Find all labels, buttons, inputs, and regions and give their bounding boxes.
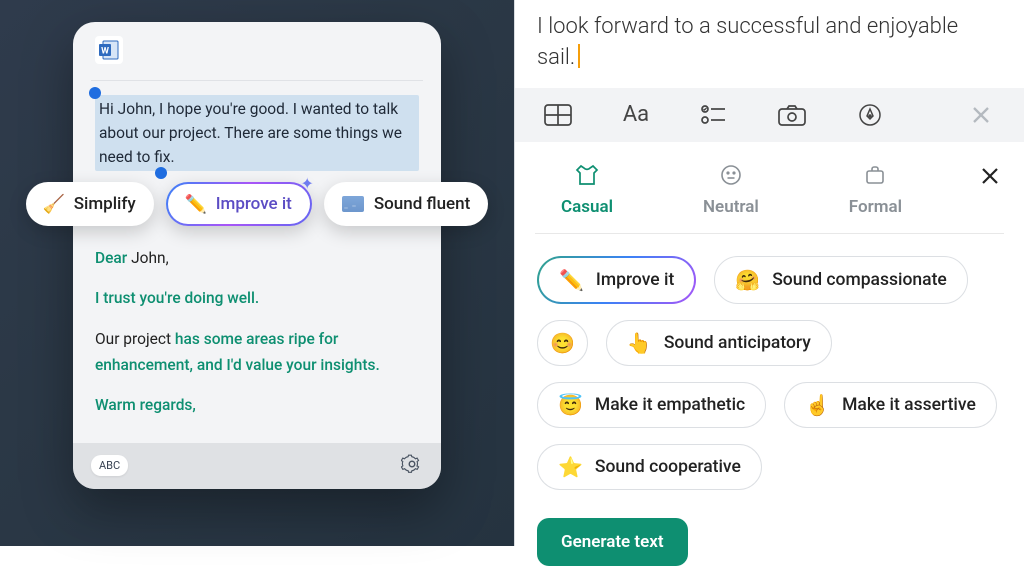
pill-sound-anticipatory[interactable]: 👆 Sound anticipatory [606,320,832,366]
simplify-label: Simplify [74,194,136,214]
pill-make-it-assertive[interactable]: ☝️ Make it assertive [784,382,997,428]
abc-label: ABC [99,459,120,472]
pill-anticipatory-label: Sound anticipatory [664,333,811,353]
star-icon: ⭐ [558,455,583,479]
index-pointing-up-icon: ☝️ [805,393,830,417]
simplify-chip[interactable]: Simplify [26,182,154,226]
rewritten-output: Dear John, I trust you're doing well. Ou… [73,245,441,437]
smiling-face-icon: 😊 [550,331,575,355]
action-chip-row: Simplify ✦ Improve it Sound fluent [33,182,481,226]
text-cursor-icon [578,44,580,68]
doc-line-1: I look forward to a successful and enjoy… [537,14,958,39]
pill-assertive-label: Make it assertive [842,395,976,415]
checklist-icon [701,104,727,126]
generate-text-button[interactable]: Generate text [537,518,688,566]
pill-compassionate-label: Sound compassionate [772,270,947,290]
tab-casual[interactable]: Casual [561,164,613,217]
selected-source-text[interactable]: Hi John, I hope you're good. I wanted to… [95,95,419,171]
formatting-toolbar: Aa [515,88,1024,142]
tab-formal[interactable]: Formal [849,164,902,217]
improve-label: Improve it [216,194,292,214]
sparkle-icon: ✦ [300,174,313,193]
pill-make-it-empathetic[interactable]: 😇 Make it empathetic [537,382,766,428]
fluent-label: Sound fluent [374,194,470,214]
salutation-prefix: Dear [95,249,131,267]
source-text-content: Hi John, I hope you're good. I wanted to… [99,100,402,166]
pointing-up-icon: 👆 [627,331,652,355]
pencil-wand-icon [186,194,206,214]
tab-neutral[interactable]: Neutral [703,164,759,217]
briefcase-icon [864,164,886,191]
svg-text:W: W [101,47,109,57]
pill-sound-compassionate[interactable]: 🤗 Sound compassionate [714,256,967,304]
right-screenshot: I look forward to a successful and enjoy… [514,0,1024,546]
font-icon-label: Aa [623,102,649,127]
close-icon [970,104,992,126]
pen-nib-icon [858,103,882,127]
selection-handle-end-icon[interactable] [155,167,167,179]
generate-label: Generate text [561,532,664,552]
font-tool-button[interactable]: Aa [621,100,651,130]
pill-cooperative-label: Sound cooperative [595,457,741,477]
pill-sound-cooperative[interactable]: ⭐ Sound cooperative [537,444,762,490]
pill-overflow-right[interactable]: 😊 [537,320,588,366]
sound-fluent-chip[interactable]: Sound fluent [324,182,488,226]
doc-line-2: sail. [537,45,575,70]
salutation-name: John, [131,249,169,267]
rewrite-line-1: I trust you're doing well. [95,285,419,311]
left-screenshot: W Hi John, I hope you're good. I wanted … [0,0,514,546]
list-tool-button[interactable] [699,100,729,130]
gear-icon [401,453,423,475]
document-text[interactable]: I look forward to a successful and enjoy… [515,0,1024,74]
pencil-icon: ✏️ [559,268,584,292]
camera-icon [778,104,806,126]
pill-empathetic-label: Make it empathetic [595,395,745,415]
pill-improve-label: Improve it [596,270,674,290]
halo-face-icon: 😇 [558,393,583,417]
divider [91,80,423,81]
broom-icon [44,194,64,214]
rewrite-line-2: Our project has some areas ripe for enha… [95,326,419,379]
tab-casual-label: Casual [561,197,613,217]
pen-tool-button[interactable] [855,100,885,130]
suggestion-pill-area: ✏️ Improve it 🤗 Sound compassionate 😊 👆 … [515,234,1024,490]
word-logo-icon: W [95,36,123,64]
tab-neutral-label: Neutral [703,197,759,217]
improve-it-chip[interactable]: ✦ Improve it [166,182,312,226]
settings-button[interactable] [401,453,423,479]
wave-icon [342,196,364,212]
rewrite-signoff: Warm regards, [95,392,419,418]
table-icon [544,104,572,126]
tshirt-icon [575,164,599,191]
tab-formal-label: Formal [849,197,902,217]
close-icon [980,166,1000,186]
table-tool-button[interactable] [543,100,573,130]
hugging-face-icon: 🤗 [735,268,760,292]
neutral-face-icon [720,164,742,191]
card-header: W [73,36,441,72]
tone-panel-close-button[interactable] [980,164,1000,192]
card-footer: ABC [73,443,441,489]
toolbar-close-button[interactable] [966,100,996,130]
rewrite-line-2-plain: Our project [95,330,175,348]
tone-tabs: Casual Neutral Formal [515,142,1024,217]
selection-handle-start-icon[interactable] [89,87,101,99]
camera-tool-button[interactable] [777,100,807,130]
keyboard-toggle-button[interactable]: ABC [91,455,128,476]
salutation-line: Dear John, [95,245,419,271]
pill-improve-it[interactable]: ✏️ Improve it [537,256,696,304]
editor-card: W Hi John, I hope you're good. I wanted … [73,22,441,489]
